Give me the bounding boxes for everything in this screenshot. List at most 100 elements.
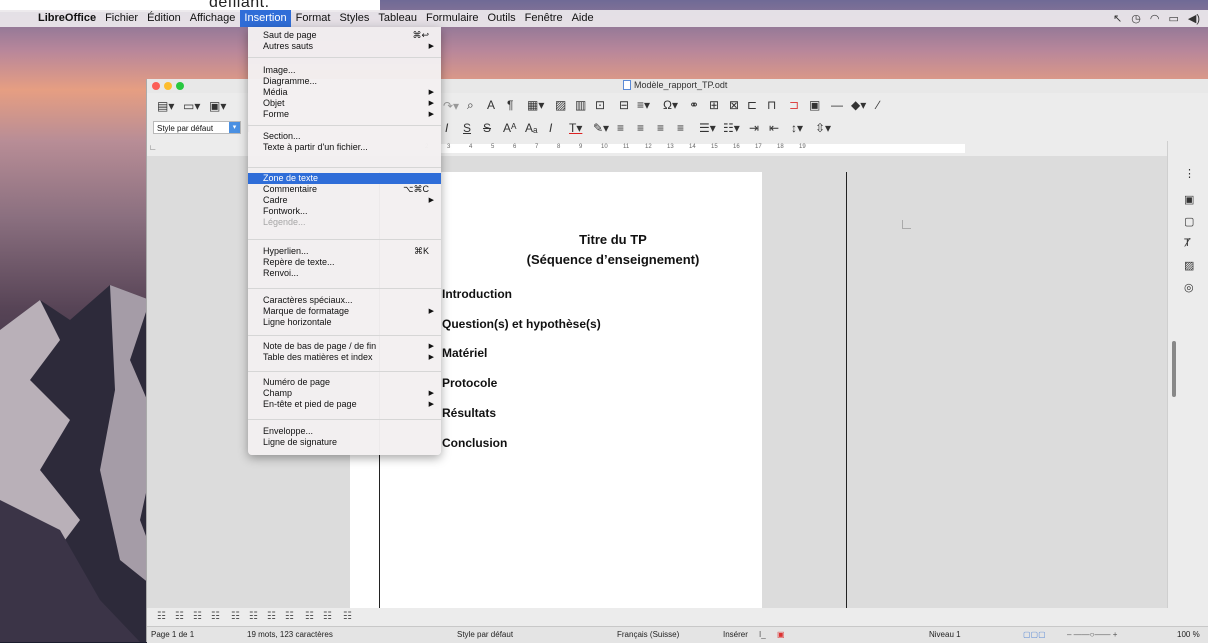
- header-footer-icon[interactable]: ⊓: [767, 98, 776, 112]
- word-count[interactable]: 19 mots, 123 caractères: [247, 630, 333, 639]
- selection-mode-icon[interactable]: I_: [759, 630, 766, 639]
- menu-item-ligne-horizontale[interactable]: Ligne horizontale: [248, 317, 441, 328]
- menu-item-section[interactable]: Section...: [248, 131, 441, 142]
- navigator-icon[interactable]: ◎: [1184, 281, 1194, 294]
- highlight-icon[interactable]: ✎▾: [593, 121, 609, 135]
- insert-page-break-icon[interactable]: ⊟: [619, 98, 629, 112]
- menu-item-fontwork[interactable]: Fontwork...: [248, 206, 441, 217]
- format-icon[interactable]: ☷: [193, 611, 202, 622]
- menu-item-table[interactable]: Table des matières et index ▶: [248, 352, 441, 363]
- align-right-icon[interactable]: ≡: [657, 121, 664, 135]
- align-center-icon[interactable]: ≡: [637, 121, 644, 135]
- zoom-button[interactable]: [176, 82, 184, 90]
- clear-formatting-icon[interactable]: I: [549, 121, 552, 135]
- menu-app[interactable]: LibreOffice: [34, 10, 100, 27]
- paragraph-style-select[interactable]: Style par défaut ▾: [153, 121, 241, 134]
- menu-item-image[interactable]: Image...: [248, 65, 441, 76]
- menu-item-hyperlien[interactable]: Hyperlien... ⌘K: [248, 246, 441, 257]
- footnote-icon[interactable]: ⊞: [709, 98, 719, 112]
- draw-icon[interactable]: ⊐: [789, 98, 799, 112]
- find-replace-icon[interactable]: ⌕: [467, 98, 474, 113]
- menu-item-objet[interactable]: Objet ▶: [248, 98, 441, 109]
- menu-edition[interactable]: Édition: [143, 10, 185, 27]
- insert-textbox-icon[interactable]: ⊡: [595, 98, 605, 112]
- strikethrough-icon[interactable]: S: [483, 121, 491, 135]
- hyperlink-icon[interactable]: ⚭: [689, 98, 699, 112]
- menu-item-saut-de-page[interactable]: Saut de page ⌘↩: [248, 30, 441, 41]
- redo-icon[interactable]: ↷▾: [443, 99, 459, 113]
- format-icon[interactable]: ☷: [157, 611, 166, 622]
- heading-questions[interactable]: Question(s) et hypothèse(s): [442, 317, 601, 331]
- italic-icon[interactable]: I: [445, 121, 448, 135]
- menu-affichage[interactable]: Affichage: [186, 10, 240, 27]
- close-button[interactable]: [152, 82, 160, 90]
- menu-styles[interactable]: Styles: [335, 10, 373, 27]
- format-icon[interactable]: ☷: [231, 611, 240, 622]
- menu-item-texte-fichier[interactable]: Texte à partir d'un fichier...: [248, 142, 441, 153]
- line-spacing-icon[interactable]: ↕▾: [791, 121, 803, 135]
- menu-item-numero[interactable]: Numéro de page: [248, 377, 441, 388]
- paragraph-spacing-icon[interactable]: ⇳▾: [815, 121, 831, 135]
- basic-shapes-icon[interactable]: ◆▾: [851, 98, 866, 112]
- menu-item-renvoi[interactable]: Renvoi...: [248, 268, 441, 279]
- format-icon[interactable]: ☷: [285, 611, 294, 622]
- open-icon[interactable]: ▭▾: [183, 99, 200, 113]
- menu-item-enveloppe[interactable]: Enveloppe...: [248, 426, 441, 437]
- heading-materiel[interactable]: Matériel: [442, 346, 487, 360]
- insert-mode[interactable]: Insérer: [723, 630, 748, 639]
- format-icon[interactable]: ☷: [249, 611, 258, 622]
- format-icon[interactable]: ☷: [175, 611, 184, 622]
- format-icon[interactable]: ☷: [211, 611, 220, 622]
- format-icon[interactable]: ☷: [323, 611, 332, 622]
- airplay-icon[interactable]: ▭: [1168, 12, 1178, 25]
- zoom-slider[interactable]: – ——○—— +: [1067, 630, 1117, 639]
- menu-fichier[interactable]: Fichier: [101, 10, 142, 27]
- gallery-icon[interactable]: ▨: [1184, 259, 1194, 272]
- menu-item-forme[interactable]: Forme ▶: [248, 109, 441, 120]
- special-character-icon[interactable]: Ω▾: [663, 98, 678, 112]
- freeform-icon[interactable]: ∕: [877, 98, 879, 112]
- timemachine-icon[interactable]: ◷: [1131, 12, 1141, 25]
- save-icon[interactable]: ▣▾: [209, 99, 226, 113]
- doc-modified-icon[interactable]: ▣: [777, 630, 785, 639]
- chevron-down-icon[interactable]: ▾: [229, 122, 240, 133]
- subscript-icon[interactable]: Aₐ: [525, 121, 537, 135]
- insert-chart-icon[interactable]: ▥: [575, 98, 586, 112]
- menu-item-cadre[interactable]: Cadre ▶: [248, 195, 441, 206]
- wifi-icon[interactable]: ◠: [1150, 12, 1160, 25]
- menu-item-caracteres[interactable]: Caractères spéciaux...: [248, 295, 441, 306]
- menu-insertion[interactable]: Insertion: [240, 10, 291, 27]
- menu-format[interactable]: Format: [292, 10, 335, 27]
- frame-icon[interactable]: ▣: [809, 98, 820, 112]
- menu-item-commentaire[interactable]: Commentaire ⌥⌘C: [248, 184, 441, 195]
- tab-stop-icon[interactable]: ∟: [149, 143, 157, 152]
- format-icon[interactable]: ☷: [305, 611, 314, 622]
- new-document-icon[interactable]: ▤▾: [157, 99, 174, 113]
- menu-tableau[interactable]: Tableau: [374, 10, 421, 27]
- superscript-icon[interactable]: Aᴬ: [503, 121, 516, 135]
- format-icon[interactable]: ☷: [343, 611, 352, 622]
- menu-formulaire[interactable]: Formulaire: [422, 10, 483, 27]
- decrease-indent-icon[interactable]: ⇤: [769, 121, 779, 135]
- page-icon[interactable]: ▢: [1184, 215, 1194, 228]
- minimize-button[interactable]: [164, 82, 172, 90]
- volume-icon[interactable]: ◀): [1188, 12, 1200, 25]
- increase-indent-icon[interactable]: ⇥: [749, 121, 759, 135]
- numbering-icon[interactable]: ☷▾: [723, 121, 740, 135]
- menu-item-champ[interactable]: Champ ▶: [248, 388, 441, 399]
- heading-introduction[interactable]: Introduction: [442, 287, 512, 301]
- view-layout-icon[interactable]: ▢▢▢: [1023, 630, 1046, 639]
- insert-image-icon[interactable]: ▨: [555, 98, 566, 112]
- insert-field-icon[interactable]: ≡▾: [637, 98, 650, 112]
- formatting-marks-icon[interactable]: ¶: [507, 98, 513, 112]
- menu-item-zone-de-texte[interactable]: Zone de texte: [248, 173, 441, 184]
- menu-outils[interactable]: Outils: [484, 10, 520, 27]
- menu-item-repere[interactable]: Repère de texte...: [248, 257, 441, 268]
- page-count[interactable]: Page 1 de 1: [151, 630, 194, 639]
- menu-aide[interactable]: Aide: [568, 10, 598, 27]
- menu-fenetre[interactable]: Fenêtre: [521, 10, 567, 27]
- underline-icon[interactable]: S: [463, 121, 471, 135]
- font-color-icon[interactable]: T▾: [569, 121, 582, 135]
- line-icon[interactable]: —: [831, 98, 843, 112]
- zoom-level[interactable]: 100 %: [1177, 630, 1200, 639]
